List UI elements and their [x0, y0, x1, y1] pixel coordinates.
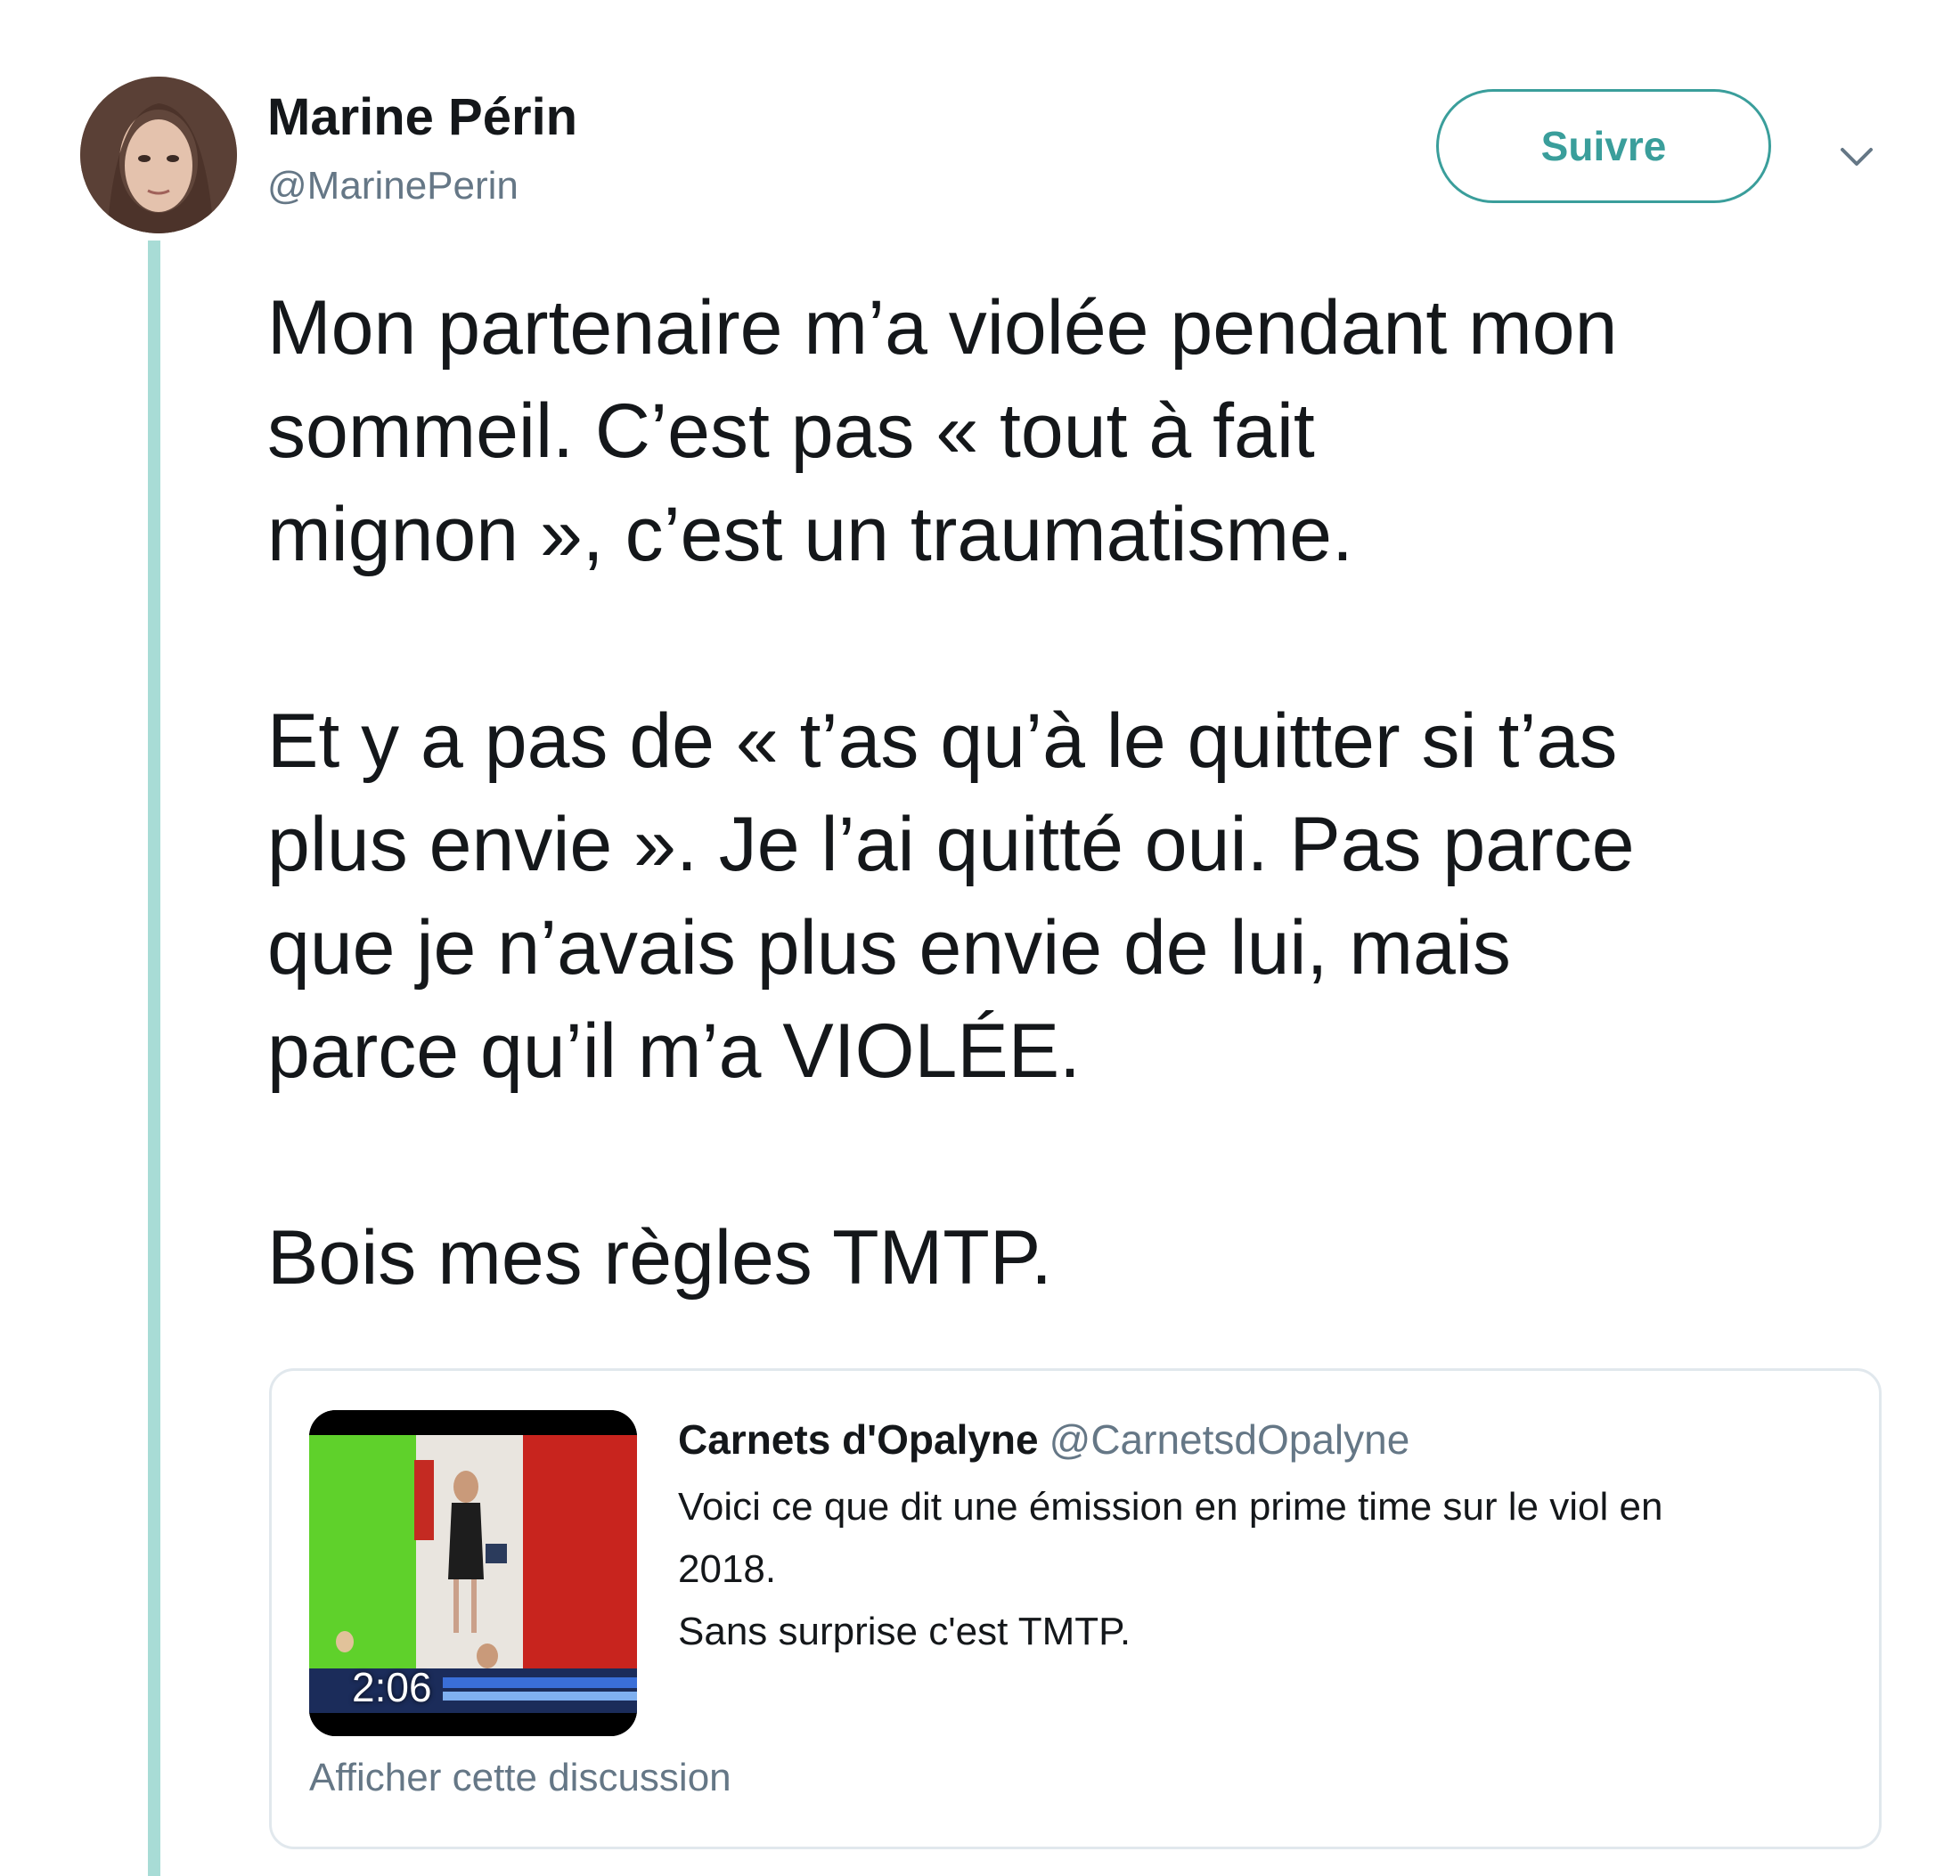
quoted-tweet-text: Voici ce que dit une émission en prime t…	[678, 1485, 1663, 1653]
tweet-paragraph: Bois mes règles TMTP.	[267, 1215, 1052, 1301]
follow-button[interactable]: Suivre	[1436, 89, 1771, 203]
video-thumbnail[interactable]: 2:06	[309, 1410, 637, 1736]
author-display-name[interactable]: Marine Périn	[267, 87, 577, 147]
tweet-text: Mon partenaire m’a violée pendant mon so…	[267, 276, 1871, 1413]
tweet-paragraph: Mon partenaire m’a violée pendant mon so…	[267, 285, 1618, 577]
thread-line	[148, 241, 160, 1876]
avatar[interactable]	[80, 77, 237, 233]
show-thread-link[interactable]: Afficher cette discussion	[309, 1756, 731, 1800]
video-duration: 2:06	[352, 1664, 432, 1710]
chevron-down-icon[interactable]	[1832, 132, 1882, 182]
quoted-tweet-card[interactable]: 2:06 Carnets d'Opalyne @CarnetsdOpalyne V…	[269, 1368, 1882, 1849]
tweet-paragraph: Et y a pas de « t’as qu’à le quitter si …	[267, 698, 1635, 1094]
author-handle[interactable]: @MarinePerin	[267, 164, 519, 208]
quoted-author-handle: @CarnetsdOpalyne	[1049, 1416, 1410, 1463]
quoted-tweet-header: Carnets d'Opalyne @CarnetsdOpalyne	[678, 1415, 1409, 1464]
quoted-author-name: Carnets d'Opalyne	[678, 1416, 1039, 1463]
